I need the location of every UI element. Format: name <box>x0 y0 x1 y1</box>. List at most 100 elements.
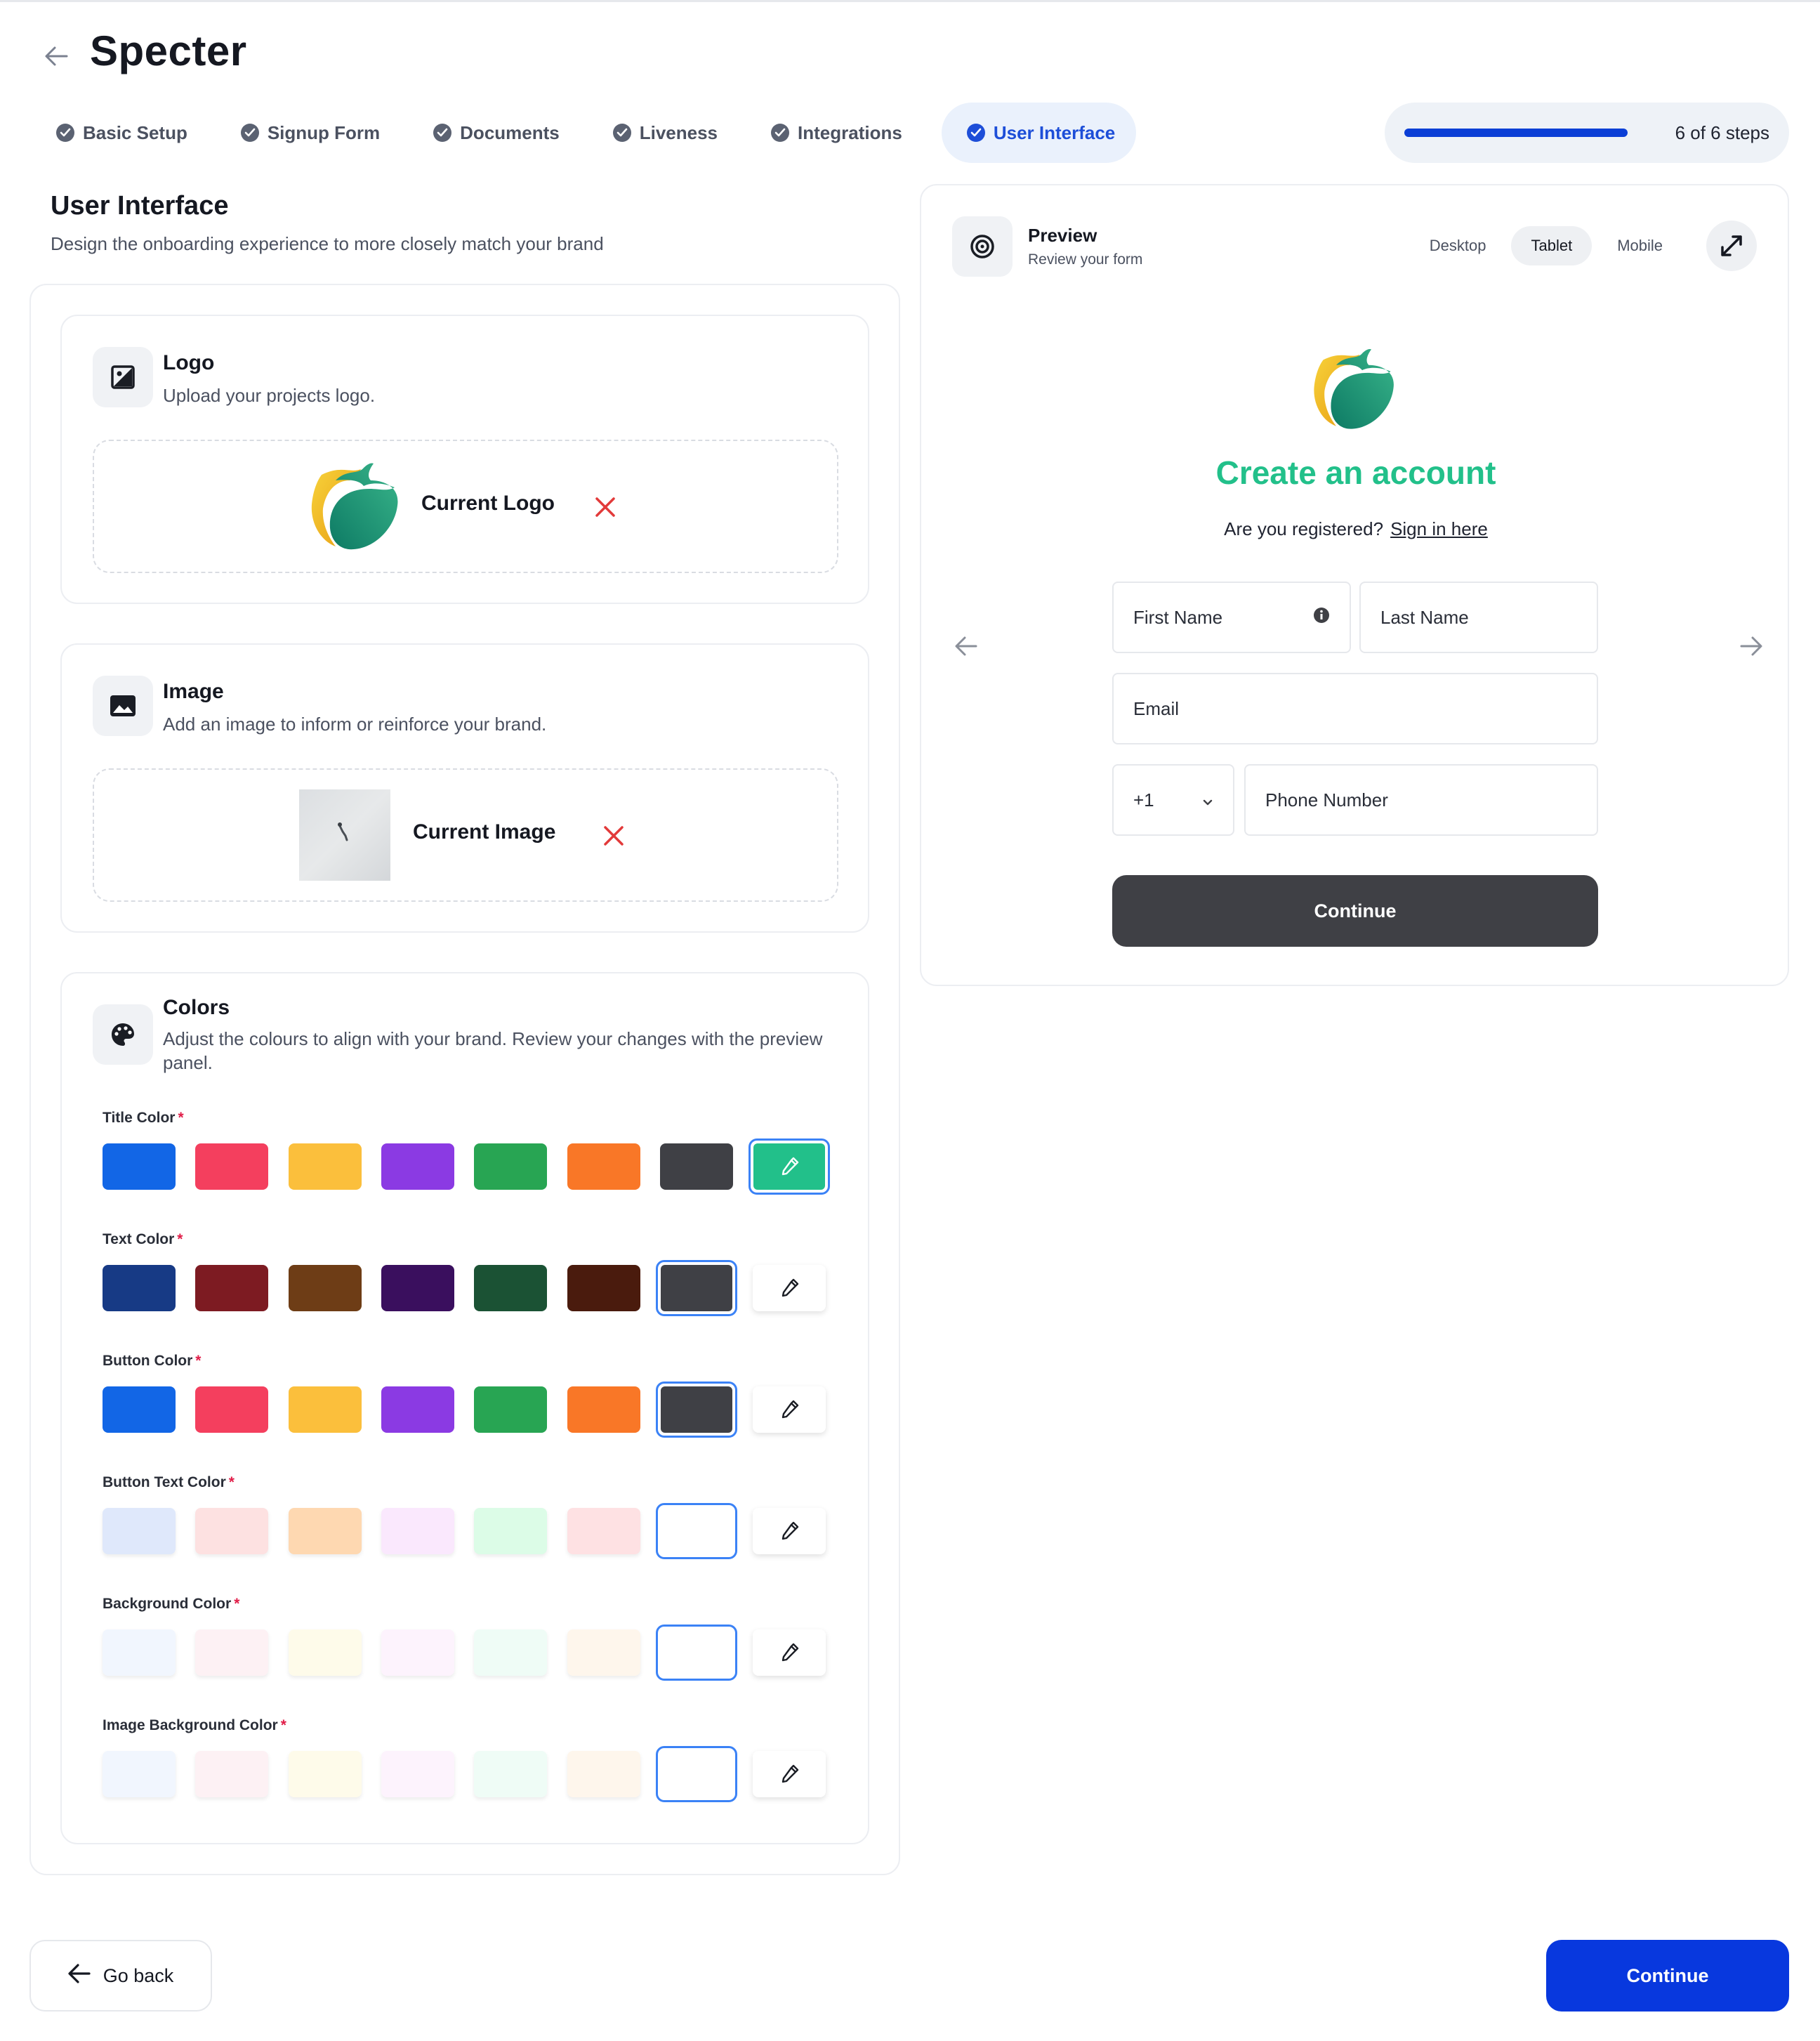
logo-card: Logo Upload your projects logo. Current … <box>60 315 869 604</box>
color-swatch[interactable] <box>381 1386 454 1433</box>
required-asterisk: * <box>234 1596 240 1612</box>
color-group-label-text: Background Color <box>103 1596 232 1612</box>
color-swatch-selected[interactable] <box>656 1746 737 1802</box>
arrow-left-icon <box>68 1963 91 1988</box>
color-swatch[interactable] <box>474 1751 547 1797</box>
color-swatch[interactable] <box>567 1386 640 1433</box>
color-swatch[interactable] <box>195 1143 268 1190</box>
color-swatch[interactable] <box>474 1143 547 1190</box>
email-placeholder: Email <box>1133 697 1180 719</box>
first-name-placeholder: First Name <box>1133 606 1223 628</box>
color-swatch[interactable] <box>289 1751 362 1797</box>
tab-basic-setup[interactable]: Basic Setup <box>42 103 202 163</box>
signin-link[interactable]: Sign in here <box>1390 518 1488 539</box>
color-group-label: Background Color * <box>103 1596 239 1613</box>
preview-subtitle: Review your form <box>1028 251 1143 268</box>
app-title: Specter <box>90 27 247 74</box>
remove-image-close-x-icon[interactable] <box>600 822 628 850</box>
color-swatch[interactable] <box>567 1629 640 1676</box>
color-swatch[interactable] <box>381 1629 454 1676</box>
color-swatch-selected[interactable] <box>656 1625 737 1681</box>
color-swatch[interactable] <box>289 1629 362 1676</box>
color-swatch-selected[interactable] <box>656 1260 737 1316</box>
tab-documents[interactable]: Documents <box>419 103 574 163</box>
first-name-field[interactable]: First Name <box>1112 582 1351 653</box>
go-back-button[interactable]: Go back <box>29 1940 212 2012</box>
phone-placeholder: Phone Number <box>1265 789 1388 811</box>
color-group-label-text: Image Background Color <box>103 1717 278 1733</box>
color-swatch[interactable] <box>289 1508 362 1554</box>
color-swatch[interactable] <box>567 1265 640 1311</box>
color-swatch[interactable] <box>381 1265 454 1311</box>
preview-brand-logo <box>1310 346 1397 433</box>
eyedropper-icon[interactable] <box>753 1629 826 1676</box>
color-swatch-selected[interactable] <box>656 1503 737 1559</box>
color-swatch[interactable] <box>195 1751 268 1797</box>
color-group-label: Text Color * <box>103 1231 183 1248</box>
image-dropzone[interactable]: Current Image <box>93 768 838 902</box>
required-asterisk: * <box>195 1353 202 1369</box>
colors-card-title: Colors <box>163 996 230 1019</box>
color-swatch[interactable] <box>289 1143 362 1190</box>
color-swatch[interactable] <box>103 1508 176 1554</box>
preview-signin-prompt: Are you registered? Sign in here <box>921 518 1791 540</box>
tab-liveness[interactable]: Liveness <box>599 103 732 163</box>
color-swatch-selected[interactable] <box>656 1382 737 1438</box>
country-code-select[interactable]: +1 <box>1112 764 1234 836</box>
color-swatch[interactable] <box>103 1751 176 1797</box>
color-swatch[interactable] <box>289 1386 362 1433</box>
color-swatch[interactable] <box>474 1508 547 1554</box>
colors-card-subtitle: Adjust the colours to align with your br… <box>163 1028 823 1073</box>
color-swatch[interactable] <box>381 1751 454 1797</box>
color-swatch[interactable] <box>195 1386 268 1433</box>
color-swatch[interactable] <box>103 1629 176 1676</box>
check-circle-icon <box>771 124 790 142</box>
tab-signup-form[interactable]: Signup Form <box>227 103 394 163</box>
last-name-field[interactable]: Last Name <box>1359 582 1598 653</box>
color-swatch[interactable] <box>381 1508 454 1554</box>
section-subtitle: Design the onboarding experience to more… <box>51 233 604 254</box>
current-logo-label: Current Logo <box>421 492 555 515</box>
target-icon <box>952 216 1013 277</box>
eyedropper-icon[interactable] <box>749 1138 830 1195</box>
color-swatch[interactable] <box>474 1265 547 1311</box>
email-field[interactable]: Email <box>1112 673 1598 744</box>
image-square-icon <box>93 347 153 407</box>
prev-arrow-left-icon[interactable] <box>951 631 982 662</box>
info-icon[interactable] <box>1313 607 1330 629</box>
back-arrow-icon[interactable] <box>41 41 72 72</box>
signin-question: Are you registered? <box>1224 518 1384 539</box>
phone-number-field[interactable]: Phone Number <box>1244 764 1598 836</box>
eyedropper-icon[interactable] <box>753 1386 826 1433</box>
eyedropper-icon[interactable] <box>753 1508 826 1554</box>
required-asterisk: * <box>178 1110 184 1126</box>
remove-logo-close-x-icon[interactable] <box>591 493 619 521</box>
color-swatch[interactable] <box>195 1629 268 1676</box>
tab-user-interface[interactable]: User Interface <box>941 103 1137 163</box>
continue-button[interactable]: Continue <box>1546 1940 1789 2012</box>
preview-continue-button[interactable]: Continue <box>1112 875 1598 947</box>
device-tab-mobile[interactable]: Mobile <box>1597 226 1682 265</box>
color-swatch[interactable] <box>381 1143 454 1190</box>
color-swatch[interactable] <box>103 1143 176 1190</box>
color-swatch[interactable] <box>103 1386 176 1433</box>
color-group-label: Image Background Color * <box>103 1717 286 1734</box>
device-tab-desktop[interactable]: Desktop <box>1410 226 1506 265</box>
logo-dropzone[interactable]: Current Logo <box>93 440 838 573</box>
color-swatch[interactable] <box>195 1265 268 1311</box>
color-swatch[interactable] <box>567 1508 640 1554</box>
expand-arrows-icon[interactable] <box>1706 221 1757 271</box>
color-swatch[interactable] <box>567 1751 640 1797</box>
device-tab-tablet[interactable]: Tablet <box>1511 226 1592 265</box>
eyedropper-icon[interactable] <box>753 1265 826 1311</box>
color-swatch[interactable] <box>567 1143 640 1190</box>
tab-integrations[interactable]: Integrations <box>757 103 916 163</box>
color-swatch[interactable] <box>474 1629 547 1676</box>
eyedropper-icon[interactable] <box>753 1751 826 1797</box>
color-swatch[interactable] <box>289 1265 362 1311</box>
color-swatch[interactable] <box>195 1508 268 1554</box>
next-arrow-right-icon[interactable] <box>1736 631 1767 662</box>
color-swatch[interactable] <box>660 1143 733 1190</box>
color-swatch[interactable] <box>474 1386 547 1433</box>
color-swatch[interactable] <box>103 1265 176 1311</box>
